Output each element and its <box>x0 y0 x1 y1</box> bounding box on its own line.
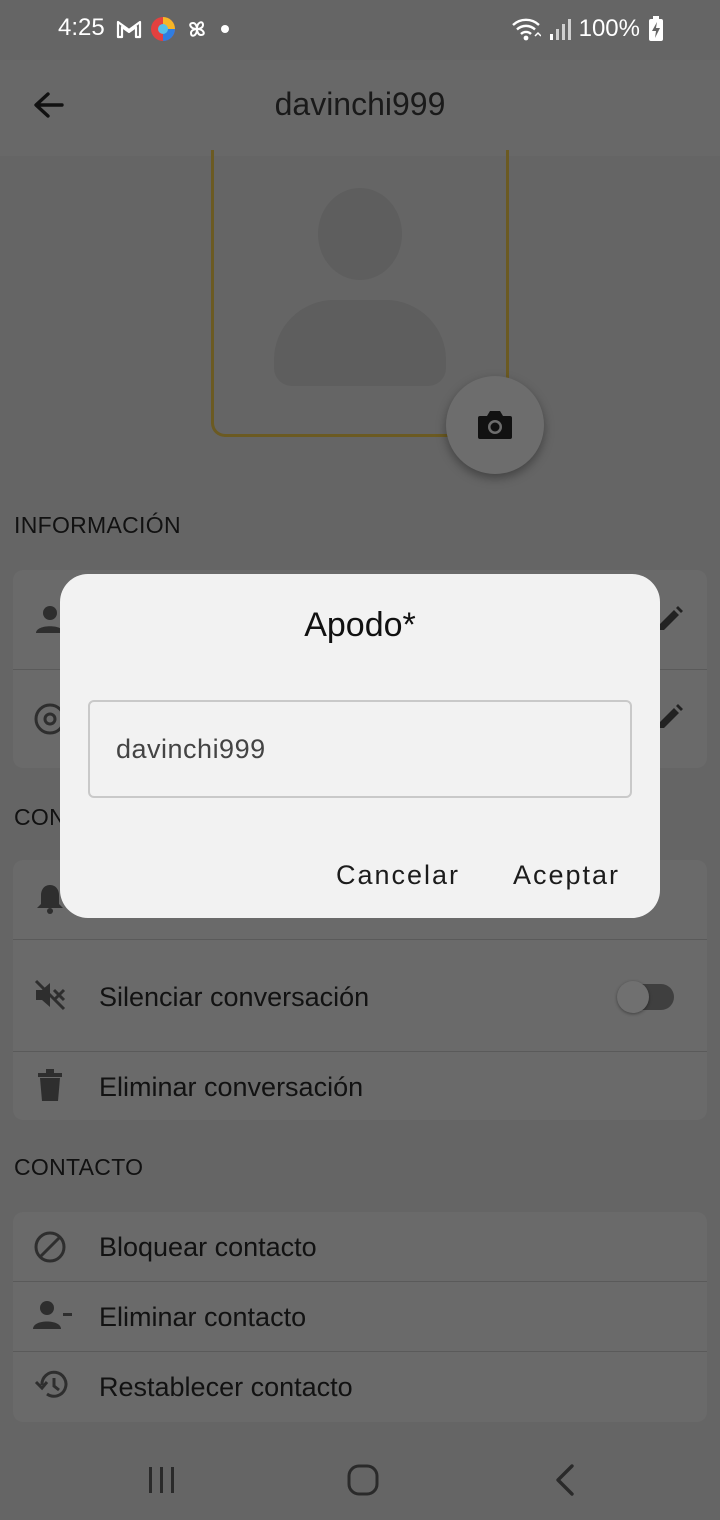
battery-charging-icon <box>649 16 663 41</box>
dialog-title: Apodo* <box>304 606 416 644</box>
delete-conversation-label: Eliminar conversación <box>99 1072 364 1102</box>
recent-apps-icon[interactable] <box>146 1464 178 1496</box>
mute-toggle-knob[interactable] <box>617 981 649 1013</box>
conversation-row-mute[interactable]: Silenciar conversación <box>13 940 707 1051</box>
avatar-placeholder-head <box>318 188 402 280</box>
block-contact-label: Bloquear contacto <box>99 1232 317 1262</box>
dot-icon <box>221 25 229 33</box>
section-title-info: INFORMACIÓN <box>14 512 181 538</box>
block-icon <box>33 1230 67 1264</box>
trash-icon <box>33 1068 67 1102</box>
wifi-icon <box>511 18 541 41</box>
section-title-conversation: CON <box>14 804 67 830</box>
system-nav-bar <box>0 1440 720 1520</box>
conversation-row-delete[interactable]: Eliminar conversación <box>13 1052 707 1120</box>
contact-row-remove[interactable]: Eliminar contacto <box>13 1282 707 1351</box>
battery-percent: 100% <box>578 15 640 42</box>
nickname-input[interactable] <box>88 700 632 798</box>
back-nav-icon[interactable] <box>552 1462 578 1498</box>
contact-row-block[interactable]: Bloquear contacto <box>13 1212 707 1281</box>
avatar-placeholder-body <box>274 300 446 386</box>
status-time: 4:25 <box>58 14 105 41</box>
cancel-button[interactable]: Cancelar <box>336 860 460 891</box>
restore-contact-label: Restablecer contacto <box>99 1372 353 1402</box>
browser-icon <box>151 17 175 41</box>
contact-row-restore[interactable]: Restablecer contacto <box>13 1352 707 1422</box>
person-remove-icon <box>33 1298 73 1332</box>
status-bar: 4:25 100% <box>0 0 720 60</box>
section-title-contact: CONTACTO <box>14 1154 144 1180</box>
pinwheel-icon <box>189 21 205 37</box>
change-photo-button[interactable] <box>446 376 544 474</box>
accept-button[interactable]: Aceptar <box>513 860 620 891</box>
mute-conversation-label: Silenciar conversación <box>99 982 370 1012</box>
volume-off-icon <box>33 978 67 1012</box>
signal-icon <box>549 19 571 40</box>
camera-icon <box>478 411 512 439</box>
home-icon[interactable] <box>346 1463 380 1497</box>
contact-card: Bloquear contacto Eliminar contacto Rest… <box>13 1212 707 1422</box>
system-icons: 100% <box>511 14 664 44</box>
notification-icons <box>116 14 232 44</box>
remove-contact-label: Eliminar contacto <box>99 1302 307 1332</box>
page-title: davinchi999 <box>274 86 446 122</box>
gmail-icon <box>116 20 142 39</box>
restore-icon <box>33 1368 73 1402</box>
